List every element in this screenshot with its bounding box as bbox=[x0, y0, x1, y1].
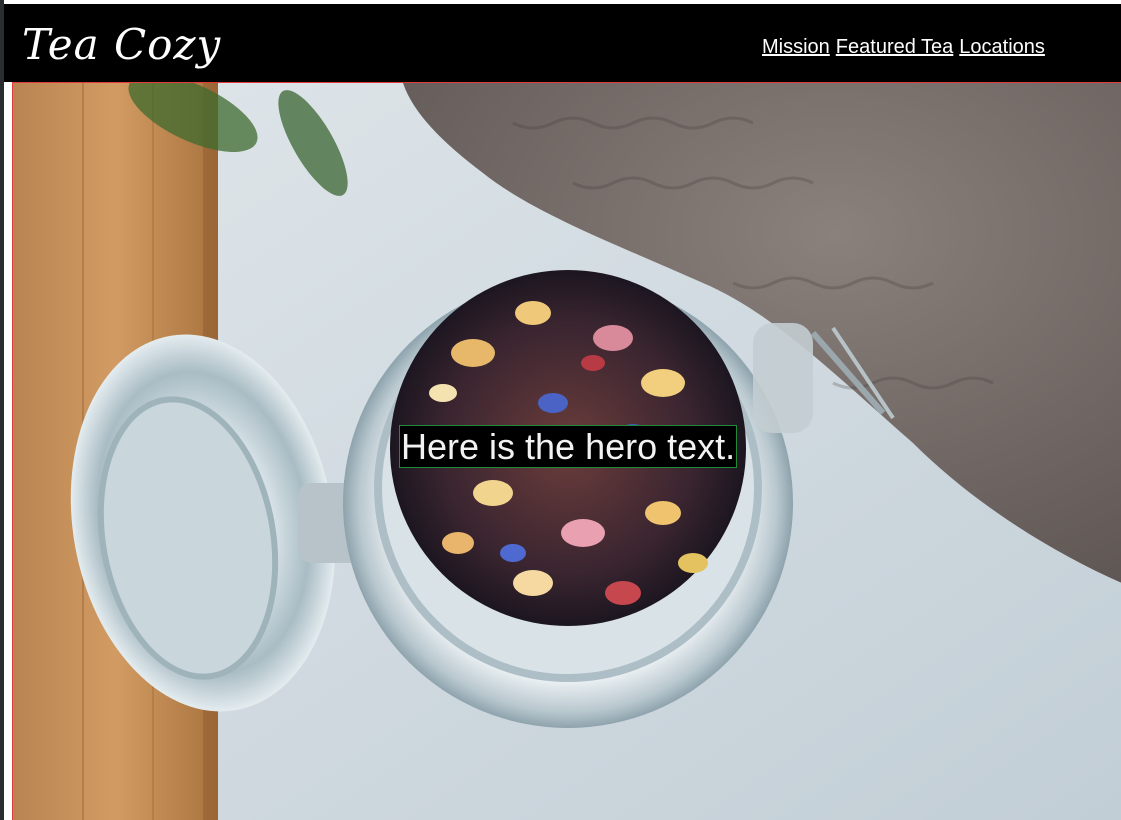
hero-text: Here is the hero text. bbox=[399, 425, 738, 468]
page-viewport: Tea Cozy Mission Featured TeaLocations bbox=[0, 0, 1121, 820]
main-nav: Mission Featured Tea Locations bbox=[762, 34, 1051, 60]
logo[interactable]: Tea Cozy bbox=[22, 16, 221, 74]
nav-link-featured-tea[interactable]: Featured Tea bbox=[836, 36, 954, 58]
nav-link-locations[interactable]: Locations bbox=[959, 36, 1045, 58]
hero-section: Here is the hero text. bbox=[12, 82, 1121, 820]
nav-link-mission[interactable]: Mission bbox=[762, 36, 830, 58]
window-left-edge bbox=[0, 0, 4, 820]
site-header: Tea Cozy Mission Featured Tea Locations bbox=[4, 4, 1121, 82]
